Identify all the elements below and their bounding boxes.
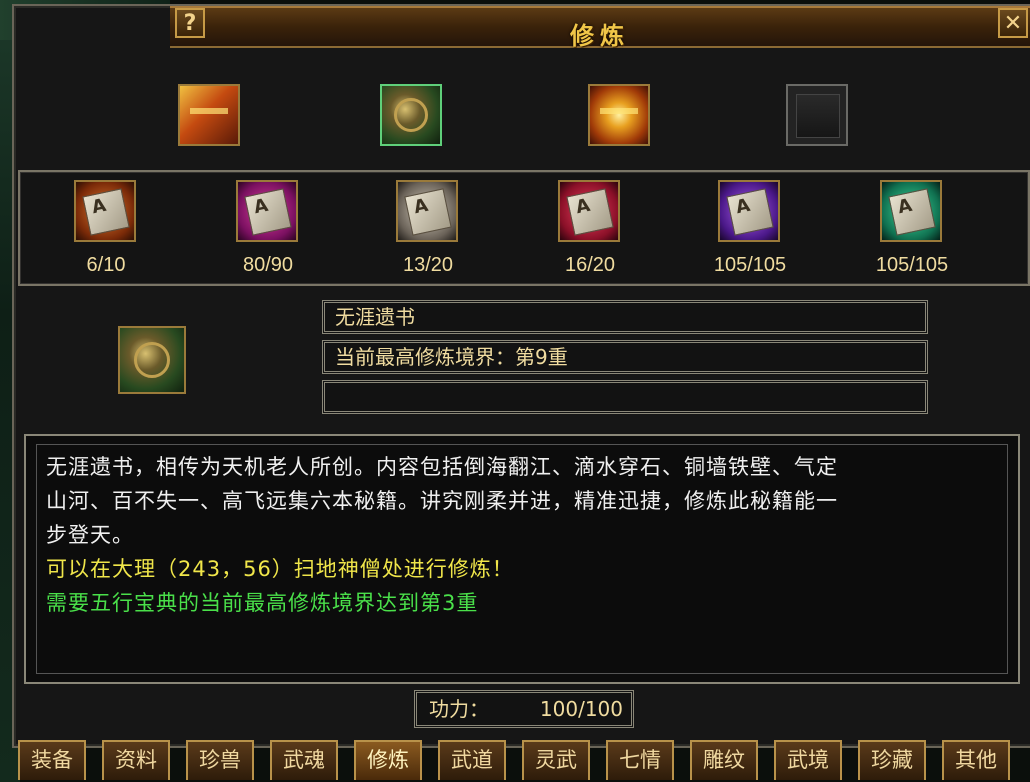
scroll-bundle-icon (134, 342, 170, 378)
scroll-slot-4[interactable]: A (558, 180, 620, 242)
power-value: 100/100 (539, 697, 623, 721)
tab-bar: 装备 资料 珍兽 武魂 修炼 武道 灵武 七情 雕纹 武境 珍藏 其他 (16, 740, 1030, 782)
book-extra-field (322, 380, 928, 414)
tab-collection[interactable]: 珍藏 (858, 740, 926, 780)
tab-equipment[interactable]: 装备 (18, 740, 86, 780)
scroll-count-1: 6/10 (86, 254, 126, 276)
empty-slot-icon (796, 94, 840, 138)
book-slot-2[interactable] (380, 84, 442, 146)
tab-wudao[interactable]: 武道 (438, 740, 506, 780)
tab-profile[interactable]: 资料 (102, 740, 170, 780)
scroll-count-5: 105/105 (713, 254, 787, 276)
description-line-3: 步登天。 (46, 523, 134, 547)
book-name-field: 无涯遗书 (322, 300, 928, 334)
tab-cultivation[interactable]: 修炼 (354, 740, 422, 780)
scroll-slot-5[interactable]: A (718, 180, 780, 242)
close-button[interactable]: ✕ (998, 8, 1028, 38)
golden-book-icon (190, 108, 228, 114)
tab-spirit[interactable]: 灵武 (522, 740, 590, 780)
scroll-slot-1[interactable]: A (74, 180, 136, 242)
tab-pet[interactable]: 珍兽 (186, 740, 254, 780)
scroll-slot-2[interactable]: A (236, 180, 298, 242)
gold-treasure-book-icon (600, 108, 638, 114)
requirement-line: 需要五行宝典的当前最高修炼境界达到第3重 (46, 591, 479, 615)
tab-carving[interactable]: 雕纹 (690, 740, 758, 780)
window-title: 修炼 (570, 22, 630, 50)
selected-book-slot[interactable] (118, 326, 186, 394)
description-line-1: 无涯遗书，相传为天机老人所创。内容包括倒海翻江、滴水穿石、铜墙铁壁、气定 (46, 455, 838, 479)
scroll-count-4: 16/20 (564, 254, 616, 276)
scroll-count-2: 80/90 (242, 254, 294, 276)
scroll-count-3: 13/20 (402, 254, 454, 276)
book-row (18, 50, 1026, 166)
tab-soul[interactable]: 武魂 (270, 740, 338, 780)
description-panel: 无涯遗书，相传为天机老人所创。内容包括倒海翻江、滴水穿石、铜墙铁壁、气定 山河、… (24, 434, 1020, 684)
book-level-field: 当前最高修炼境界：第9重 (322, 340, 928, 374)
help-button[interactable]: ? (175, 8, 205, 38)
description-line-2: 山河、百不失一、高飞远集六本秘籍。讲究刚柔并进，精准迅捷，修炼此秘籍能一 (46, 489, 838, 513)
scroll-bundle-icon (394, 98, 428, 132)
scroll-slot-3[interactable]: A (396, 180, 458, 242)
tab-realm[interactable]: 武境 (774, 740, 842, 780)
scroll-slot-6[interactable]: A (880, 180, 942, 242)
book-slot-4[interactable] (786, 84, 848, 146)
power-display: 功力： 100/100 (414, 690, 634, 728)
tab-emotion[interactable]: 七情 (606, 740, 674, 780)
title-bar[interactable]: 修炼 (170, 6, 1030, 50)
location-line: 可以在大理（243，56）扫地神僧处进行修炼！ (46, 557, 514, 581)
book-slot-3[interactable] (588, 84, 650, 146)
book-slot-1[interactable] (178, 84, 240, 146)
power-label: 功力： (429, 697, 489, 721)
scroll-count-6: 105/105 (875, 254, 949, 276)
tab-other[interactable]: 其他 (942, 740, 1010, 780)
